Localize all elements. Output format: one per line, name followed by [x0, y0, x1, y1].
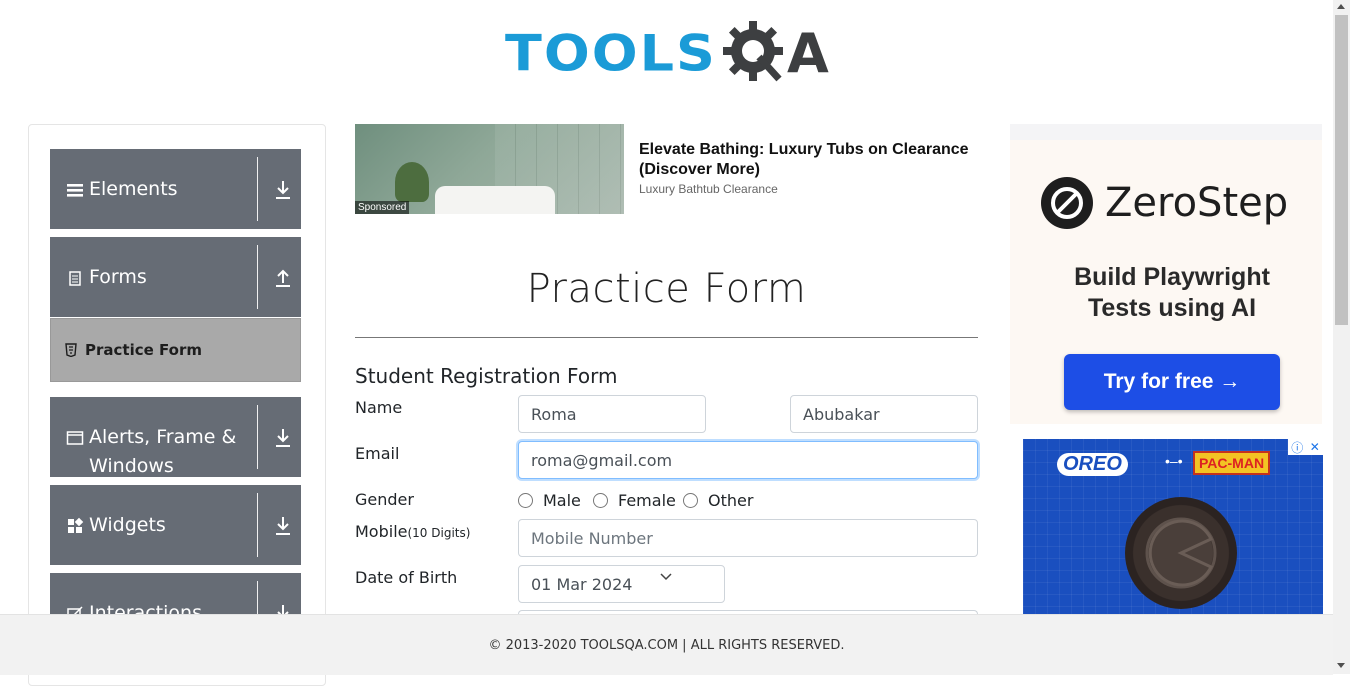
ad-plant: [395, 162, 429, 202]
pacman-cookie-icon: [1145, 517, 1217, 589]
radio-label: Other: [708, 491, 754, 510]
oreo-pacman-ad[interactable]: OREO •–• PAC-MAN: [1023, 439, 1323, 619]
sidebar-group-label: Alerts, Frame & Windows: [89, 426, 237, 477]
mobile-hint: (10 Digits): [407, 526, 471, 540]
download-icon[interactable]: [274, 515, 292, 537]
zerostep-logo-icon: [1041, 177, 1093, 229]
group-divider: [257, 493, 258, 557]
ad-choices[interactable]: ⓘ ✕: [1288, 439, 1323, 455]
dob-label: Date of Birth: [355, 568, 458, 587]
email-label: Email: [355, 444, 400, 463]
try-for-free-button[interactable]: Try for free →: [1064, 354, 1280, 410]
form-heading: Student Registration Form: [355, 364, 618, 388]
sidebar-group-forms[interactable]: Forms: [50, 237, 301, 317]
pacman-logo: PAC-MAN: [1193, 451, 1271, 475]
zerostep-ad[interactable]: ZeroStep Build Playwright Tests using AI…: [1010, 124, 1322, 424]
mobile-input[interactable]: Mobile Number: [518, 519, 978, 557]
gear-q-icon: [722, 21, 783, 82]
gender-radio-male[interactable]: Male: [518, 491, 581, 510]
last-name-input[interactable]: Abubakar: [790, 395, 978, 433]
sponsored-ad-source[interactable]: Luxury Bathtub Clearance: [639, 182, 778, 196]
mobile-label-text: Mobile: [355, 522, 408, 541]
gender-label: Gender: [355, 490, 414, 509]
ad-top-strip: [1010, 124, 1322, 140]
oreo-cookie-image: [1125, 497, 1237, 609]
oreo-logo: OREO: [1057, 453, 1128, 476]
sponsored-badge: Sponsored: [355, 201, 410, 214]
sidebar-item-label: Practice Form: [85, 341, 202, 359]
vertical-scrollbar[interactable]: [1333, 0, 1350, 674]
widgets-icon: [68, 517, 84, 533]
toolsqa-logo[interactable]: TOOLS A: [505, 14, 835, 92]
zerostep-brand: ZeroStep: [1105, 180, 1289, 226]
ad-bathtub: [435, 186, 555, 214]
first-name-input[interactable]: Roma: [518, 395, 706, 433]
radio-label: Male: [543, 491, 581, 510]
chevron-down-icon[interactable]: [660, 572, 672, 582]
sponsored-ad-title[interactable]: Elevate Bathing: Luxury Tubs on Clearanc…: [639, 140, 1011, 180]
sidebar-group-alerts[interactable]: Alerts, Frame & Windows: [50, 397, 301, 477]
oreo-dots: •–•: [1165, 453, 1183, 469]
mobile-label: Mobile(10 Digits): [355, 522, 470, 541]
name-label: Name: [355, 398, 403, 417]
sidebar-group-widgets[interactable]: Widgets: [50, 485, 301, 565]
group-divider: [257, 157, 258, 221]
gender-radio-other[interactable]: Other: [683, 491, 753, 510]
upload-icon[interactable]: [274, 267, 292, 289]
logo-text-a: A: [786, 21, 829, 85]
close-icon[interactable]: ✕: [1310, 440, 1320, 454]
info-icon[interactable]: ⓘ: [1291, 439, 1303, 456]
scroll-up-arrow-icon[interactable]: [1337, 4, 1345, 9]
radio-button[interactable]: [518, 493, 533, 508]
sidebar-group-label: Forms: [89, 266, 147, 288]
logo-text-tools: TOOLS: [505, 24, 717, 82]
scroll-down-arrow-icon[interactable]: [1337, 663, 1345, 668]
hamburger-icon: [67, 184, 83, 197]
title-divider: [355, 337, 978, 338]
group-divider: [257, 245, 258, 309]
email-input[interactable]: roma@gmail.com: [518, 441, 978, 479]
zerostep-tagline: Build Playwright Tests using AI: [1010, 262, 1334, 324]
radio-button[interactable]: [683, 493, 698, 508]
left-sidebar: Elements Forms Practice Form Alerts, Fra…: [28, 124, 326, 686]
page-title: Practice Form: [526, 266, 807, 312]
sidebar-item-practice-form[interactable]: Practice Form: [50, 318, 301, 382]
gender-radio-female[interactable]: Female: [593, 491, 676, 510]
radio-label: Female: [618, 491, 676, 510]
html5-icon: [65, 343, 77, 357]
sidebar-group-label: Widgets: [89, 514, 166, 536]
document-icon: [69, 271, 81, 286]
date-of-birth-input[interactable]: 01 Mar 2024: [518, 565, 725, 603]
radio-button[interactable]: [593, 493, 608, 508]
tagline-line2: Tests using AI: [1087, 294, 1257, 322]
footer: © 2013-2020 TOOLSQA.COM | ALL RIGHTS RES…: [0, 614, 1333, 675]
footer-copyright: © 2013-2020 TOOLSQA.COM | ALL RIGHTS RES…: [488, 638, 845, 653]
sidebar-group-label: Elements: [89, 178, 178, 200]
group-divider: [257, 405, 258, 469]
window-icon: [66, 431, 84, 445]
scrollbar-thumb[interactable]: [1335, 15, 1348, 325]
tagline-line1: Build Playwright: [1074, 263, 1270, 291]
sidebar-group-elements[interactable]: Elements: [50, 149, 301, 229]
download-icon[interactable]: [274, 427, 292, 449]
download-icon[interactable]: [274, 179, 292, 201]
sponsored-ad-image[interactable]: Sponsored: [355, 124, 624, 214]
